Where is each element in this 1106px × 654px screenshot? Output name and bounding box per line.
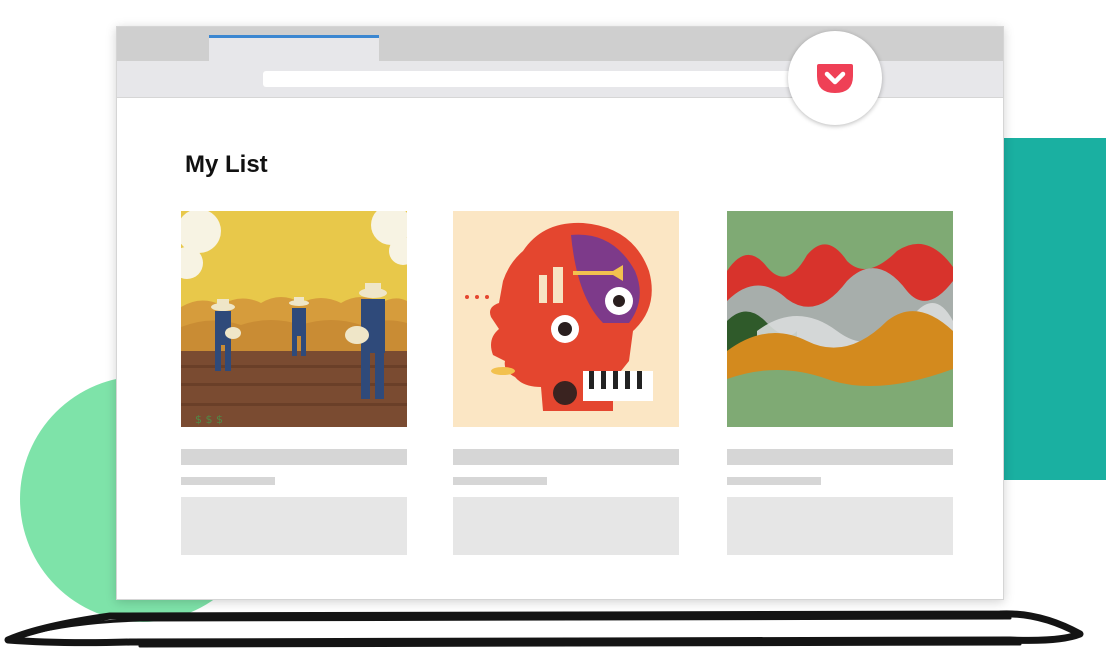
browser-tab-active[interactable] <box>209 35 379 61</box>
farmers-illustration: $ $ $ <box>181 211 407 427</box>
address-bar[interactable] <box>263 71 803 87</box>
svg-text:$ $ $: $ $ $ <box>195 413 223 426</box>
article-meta-placeholder <box>727 477 821 485</box>
wave-layers-illustration <box>727 211 953 427</box>
article-title-placeholder[interactable] <box>727 449 953 465</box>
teal-rectangle-decoration <box>1000 138 1106 480</box>
browser-window: My List $ $ $ <box>116 26 1004 600</box>
article-thumbnail[interactable] <box>727 211 953 427</box>
article-thumbnail[interactable]: $ $ $ <box>181 211 407 427</box>
page-title: My List <box>185 151 268 178</box>
pocket-icon <box>817 64 853 93</box>
scene: My List $ $ $ <box>0 0 1106 654</box>
music-head-illustration <box>453 211 679 427</box>
article-excerpt-placeholder <box>727 497 953 555</box>
article-thumbnail[interactable] <box>453 211 679 427</box>
article-title-placeholder[interactable] <box>453 449 679 465</box>
article-meta-placeholder <box>453 477 547 485</box>
article-excerpt-placeholder <box>181 497 407 555</box>
article-title-placeholder[interactable] <box>181 449 407 465</box>
brush-stroke-decoration <box>4 610 1084 648</box>
article-excerpt-placeholder <box>453 497 679 555</box>
article-meta-placeholder <box>181 477 275 485</box>
pocket-extension-button[interactable] <box>788 31 882 125</box>
